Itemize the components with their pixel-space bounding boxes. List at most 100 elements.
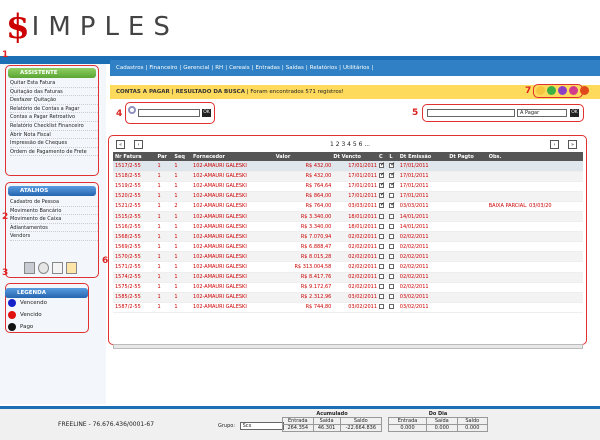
checkbox[interactable]: [379, 171, 385, 179]
row-checkbox-c[interactable]: [377, 261, 388, 273]
refresh-icon[interactable]: [569, 86, 578, 95]
atalhos-menu-item[interactable]: Cadastro de Pessoa: [10, 198, 98, 207]
nav-item[interactable]: Utilitários: [343, 65, 369, 71]
assistente-menu-item[interactable]: Relatório de Contas a Pagar: [10, 105, 98, 114]
row-checkbox-l[interactable]: [387, 282, 398, 293]
checkbox[interactable]: [389, 284, 395, 290]
search-input[interactable]: [138, 109, 200, 117]
column-header[interactable]: Nr Fatura: [113, 152, 156, 161]
row-checkbox-c[interactable]: [377, 292, 388, 303]
checkbox[interactable]: [379, 201, 385, 209]
checkbox[interactable]: [379, 213, 385, 219]
checkbox[interactable]: [379, 243, 385, 249]
assistente-menu-item[interactable]: Ordem de Pagamento de Frete: [10, 148, 98, 157]
checkbox[interactable]: [389, 294, 395, 300]
nav-item[interactable]: Relatórios: [310, 65, 337, 71]
row-checkbox-l[interactable]: [387, 191, 398, 202]
nav-item[interactable]: Gerencial: [183, 65, 209, 71]
home-icon[interactable]: [536, 86, 545, 95]
grupo-select[interactable]: Scx: [239, 422, 284, 430]
checkbox[interactable]: [379, 233, 385, 239]
checkbox[interactable]: [389, 304, 395, 310]
column-header[interactable]: Fornecedor: [191, 152, 274, 161]
table-row[interactable]: 1585/2-55 1 1 102-AMAURI GALESKI R$ 2.312,96…: [113, 292, 583, 303]
row-checkbox-c[interactable]: [377, 241, 388, 253]
row-checkbox-l[interactable]: [387, 292, 398, 303]
row-checkbox-l[interactable]: [387, 211, 398, 223]
row-checkbox-l[interactable]: [387, 261, 398, 273]
checkbox[interactable]: [379, 284, 385, 290]
checkbox[interactable]: [379, 263, 385, 269]
table-row[interactable]: 1515/2-55 1 1 102-AMAURI GALESKI R$ 3.340,00…: [113, 211, 583, 223]
row-checkbox-c[interactable]: [377, 171, 388, 182]
row-checkbox-l[interactable]: [387, 221, 398, 233]
atalhos-menu-item[interactable]: Adiantamentos: [10, 224, 98, 233]
table-row[interactable]: 1520/2-55 1 1 102-AMAURI GALESKI R$ 864,00 17…: [113, 191, 583, 202]
horizontal-scrollbar[interactable]: [113, 344, 583, 349]
checkbox[interactable]: [389, 253, 395, 259]
table-row[interactable]: 1571/2-55 1 1 102-AMAURI GALESKI R$ 313.004,…: [113, 261, 583, 273]
row-checkbox-l[interactable]: [387, 251, 398, 263]
column-header[interactable]: Valor: [273, 152, 332, 161]
row-checkbox-c[interactable]: [377, 191, 388, 202]
table-row[interactable]: 1521/2-55 1 2 102-AMAURI GALESKI R$ 764,00 03…: [113, 201, 583, 212]
filter-select[interactable]: [427, 109, 515, 117]
row-checkbox-c[interactable]: [377, 302, 388, 313]
table-row[interactable]: 1516/2-55 1 1 102-AMAURI GALESKI R$ 3.340,00…: [113, 221, 583, 233]
row-checkbox-l[interactable]: [387, 272, 398, 283]
column-header[interactable]: Dt Emissão: [397, 152, 448, 161]
atalhos-menu-item[interactable]: Vendors: [10, 232, 98, 241]
assistente-menu-item[interactable]: Quitar Esta Fatura: [10, 79, 98, 88]
table-row[interactable]: 1569/2-55 1 1 102-AMAURI GALESKI R$ 6.888,47…: [113, 241, 583, 253]
status-select[interactable]: A Pagar: [517, 109, 567, 117]
checkbox[interactable]: [389, 193, 395, 199]
row-checkbox-l[interactable]: [387, 161, 398, 172]
nav-item[interactable]: Saídas: [286, 65, 304, 71]
calendar-icon[interactable]: [52, 262, 63, 274]
column-header[interactable]: Dt Pagto: [447, 152, 487, 161]
row-checkbox-l[interactable]: [387, 241, 398, 253]
checkbox[interactable]: [379, 253, 385, 259]
next-page-button[interactable]: ›: [550, 140, 559, 149]
column-header[interactable]: Seq: [172, 152, 192, 161]
row-checkbox-c[interactable]: [377, 201, 388, 212]
checkbox[interactable]: [389, 243, 395, 249]
checkbox[interactable]: [389, 181, 395, 189]
checkbox[interactable]: [379, 304, 385, 310]
column-header[interactable]: C: [377, 152, 388, 161]
row-checkbox-c[interactable]: [377, 251, 388, 263]
nav-item[interactable]: Cadastros: [116, 65, 143, 71]
checkbox[interactable]: [389, 201, 395, 209]
nav-item[interactable]: RH: [215, 65, 223, 71]
table-row[interactable]: 1517/2-55 1 1 102-AMAURI GALESKI R$ 432,00 17…: [113, 161, 583, 172]
add-icon[interactable]: [547, 86, 556, 95]
row-checkbox-c[interactable]: [377, 282, 388, 293]
assistente-menu-item[interactable]: Quitação das Faturas: [10, 88, 98, 97]
table-row[interactable]: 1568/2-55 1 1 102-AMAURI GALESKI R$ 7.070,94…: [113, 231, 583, 243]
assistente-menu-item[interactable]: Abrir Nota Fiscal: [10, 131, 98, 140]
checkbox[interactable]: [379, 274, 385, 280]
table-row[interactable]: 1518/2-55 1 1 102-AMAURI GALESKI R$ 432,00 17…: [113, 171, 583, 182]
calculator-icon[interactable]: [24, 262, 35, 274]
table-row[interactable]: 1519/2-55 1 1 102-AMAURI GALESKI R$ 764,64 17…: [113, 181, 583, 192]
row-checkbox-c[interactable]: [377, 272, 388, 283]
row-checkbox-c[interactable]: [377, 181, 388, 192]
row-checkbox-c[interactable]: [377, 161, 388, 172]
atalhos-menu-item[interactable]: Movimento de Caixa: [10, 215, 98, 224]
row-checkbox-c[interactable]: [377, 221, 388, 233]
column-header[interactable]: Obs.: [486, 152, 583, 161]
nav-item[interactable]: Financeiro: [149, 65, 177, 71]
prev-page-button[interactable]: ‹: [134, 140, 143, 149]
checkbox[interactable]: [389, 223, 395, 229]
assistente-menu-item[interactable]: Desfazer Quitação: [10, 96, 98, 105]
column-header[interactable]: Dt Vencto: [331, 152, 378, 161]
nav-item[interactable]: Entradas: [255, 65, 279, 71]
close-icon[interactable]: [580, 86, 589, 95]
assistente-menu-item[interactable]: Impressão de Cheques: [10, 139, 98, 148]
user-icon[interactable]: [66, 262, 77, 274]
row-checkbox-c[interactable]: [377, 211, 388, 223]
row-checkbox-l[interactable]: [387, 181, 398, 192]
row-checkbox-l[interactable]: [387, 231, 398, 243]
column-header[interactable]: Par: [155, 152, 173, 161]
table-row[interactable]: 1587/2-55 1 1 102-AMAURI GALESKI R$ 744,80 03…: [113, 302, 583, 313]
